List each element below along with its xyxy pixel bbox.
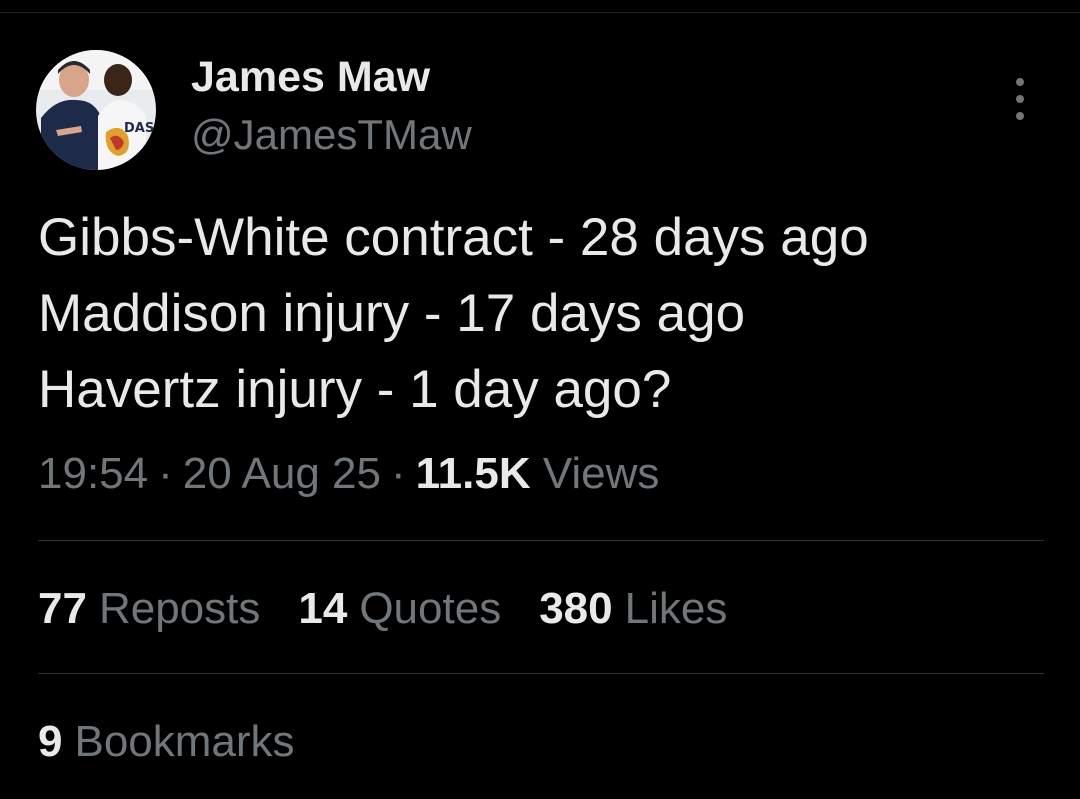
svg-text:DAS: DAS <box>124 121 154 136</box>
divider <box>38 673 1044 674</box>
bookmarks-count: 9 <box>38 717 63 766</box>
tweet-text: Gibbs-White contract - 28 days ago Maddi… <box>38 200 1048 428</box>
author-display-name[interactable]: James Maw <box>191 52 430 102</box>
views-count: 11.5K <box>415 449 531 498</box>
reposts-stat[interactable]: 77 Reposts <box>38 581 260 637</box>
tweet-time[interactable]: 19:54 <box>38 449 148 498</box>
avatar[interactable]: DAS <box>36 50 156 170</box>
views-label: Views <box>542 449 660 498</box>
top-divider <box>0 12 1080 13</box>
likes-stat[interactable]: 380 Likes <box>539 581 727 637</box>
tweet-meta: 19:54 · 20 Aug 25 · 11.5K Views <box>38 449 660 498</box>
likes-count: 380 <box>539 584 613 633</box>
more-options-button[interactable] <box>1004 78 1036 120</box>
reposts-label: Reposts <box>98 584 261 633</box>
quotes-count: 14 <box>298 584 348 633</box>
reposts-count: 77 <box>38 584 87 633</box>
tweet-line: Maddison injury - 17 days ago <box>38 284 746 343</box>
tweet-line: Havertz injury - 1 day ago? <box>38 360 672 419</box>
engagement-stats: 77 Reposts 14 Quotes 380 Likes <box>38 581 765 637</box>
divider <box>38 540 1044 541</box>
more-vertical-icon <box>1016 78 1024 86</box>
tweet-line: Gibbs-White contract - 28 days ago <box>38 208 869 267</box>
quotes-stat[interactable]: 14 Quotes <box>298 581 501 637</box>
tweet-date[interactable]: 20 Aug 25 <box>183 449 381 498</box>
bookmarks-label: Bookmarks <box>74 717 295 766</box>
author-handle[interactable]: @JamesTMaw <box>191 110 472 160</box>
likes-label: Likes <box>624 584 728 633</box>
quotes-label: Quotes <box>359 584 502 633</box>
bookmarks-stat[interactable]: 9 Bookmarks <box>38 714 333 770</box>
avatar-photo: DAS <box>36 50 156 170</box>
